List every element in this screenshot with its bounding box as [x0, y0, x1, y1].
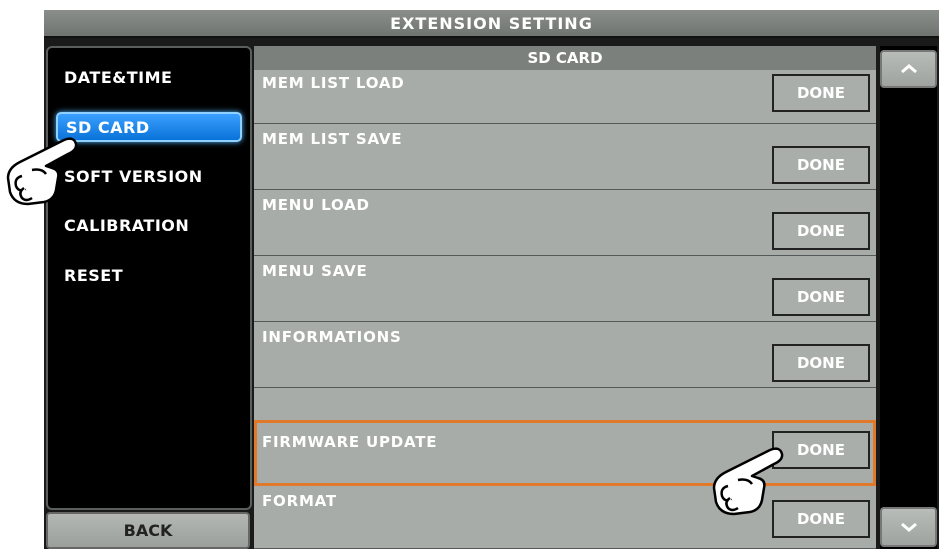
row-label: MENU LOAD: [262, 196, 370, 214]
list-item-menu-load: MENU LOAD DONE: [254, 190, 876, 256]
sidebar-item-reset[interactable]: RESET: [56, 260, 242, 290]
row-label: FIRMWARE UPDATE: [262, 433, 438, 451]
done-button[interactable]: DONE: [772, 344, 870, 382]
pointing-hand-icon: [712, 447, 784, 516]
row-label: FORMAT: [262, 492, 337, 510]
pointing-hand-icon: [6, 137, 78, 206]
row-label: MENU SAVE: [262, 262, 368, 280]
list-item-mem-list-load: MEM LIST LOAD DONE: [254, 70, 876, 124]
back-button[interactable]: BACK: [46, 512, 250, 549]
scrollbar: [880, 46, 937, 549]
row-label: MEM LIST SAVE: [262, 130, 403, 148]
done-button[interactable]: DONE: [772, 74, 870, 112]
list-item-mem-list-save: MEM LIST SAVE DONE: [254, 124, 876, 190]
row-label: INFORMATIONS: [262, 328, 402, 346]
window-title: EXTENSION SETTING: [44, 10, 939, 38]
sidebar-item-date-time[interactable]: DATE&TIME: [56, 62, 242, 92]
chevron-up-icon: [900, 64, 917, 74]
done-button[interactable]: DONE: [772, 212, 870, 250]
row-label: MEM LIST LOAD: [262, 74, 405, 92]
list-item-menu-save: MENU SAVE DONE: [254, 256, 876, 322]
extension-setting-screen: EXTENSION SETTING DATE&TIME SD CARD SOFT…: [44, 10, 939, 549]
done-button[interactable]: DONE: [772, 278, 870, 316]
list-item-informations: INFORMATIONS DONE: [254, 322, 876, 388]
panel-header: SD CARD: [254, 46, 876, 70]
scroll-down-button[interactable]: [880, 507, 937, 547]
chevron-down-icon: [900, 522, 917, 532]
sidebar: DATE&TIME SD CARD SOFT VERSION CALIBRATI…: [46, 46, 252, 510]
sidebar-item-calibration[interactable]: CALIBRATION: [56, 210, 242, 240]
done-button[interactable]: DONE: [772, 146, 870, 184]
scroll-up-button[interactable]: [880, 50, 937, 88]
